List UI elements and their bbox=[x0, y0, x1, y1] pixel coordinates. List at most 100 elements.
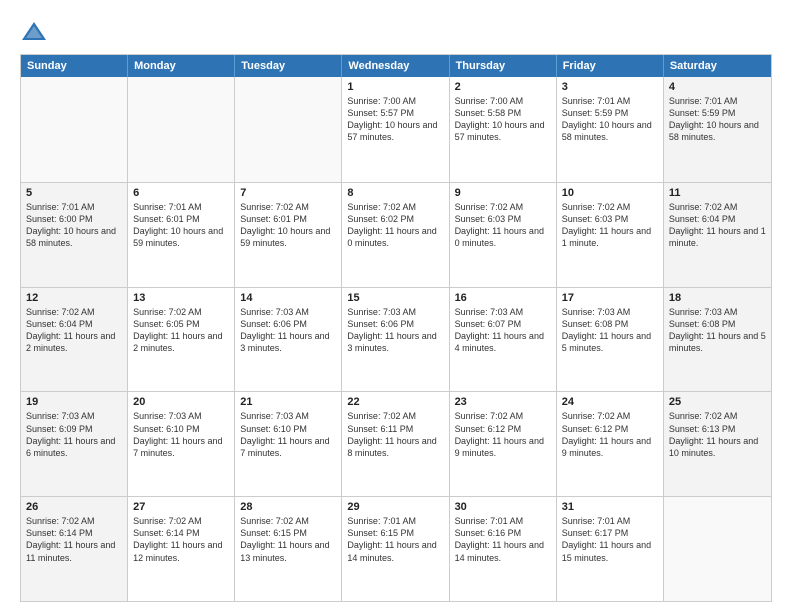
header bbox=[20, 18, 772, 46]
calendar-header-cell: Sunday bbox=[21, 55, 128, 77]
day-number: 14 bbox=[240, 292, 336, 304]
calendar-cell: 14 Sunrise: 7:03 AM Sunset: 6:06 PM Dayli… bbox=[235, 288, 342, 392]
calendar-header-cell: Thursday bbox=[450, 55, 557, 77]
calendar-cell bbox=[664, 497, 771, 601]
day-number: 4 bbox=[669, 81, 766, 93]
calendar-cell: 28Sunrise: 7:02 AM Sunset: 6:15 PM Dayli… bbox=[235, 497, 342, 601]
day-number: 15 bbox=[347, 292, 443, 304]
calendar-cell: 2 Sunrise: 7:00 AM Sunset: 5:58 PM Daylig… bbox=[450, 77, 557, 182]
day-number: 26 bbox=[26, 501, 122, 513]
calendar-cell: 3 Sunrise: 7:01 AM Sunset: 5:59 PM Daylig… bbox=[557, 77, 664, 182]
calendar-header-cell: Friday bbox=[557, 55, 664, 77]
day-info: Sunrise: 7:03 AM Sunset: 6:08 PM Dayligh… bbox=[562, 306, 658, 355]
calendar-cell: 12 Sunrise: 7:02 AM Sunset: 6:04 PM Dayli… bbox=[21, 288, 128, 392]
day-number: 5 bbox=[26, 187, 122, 199]
day-number: 8 bbox=[347, 187, 443, 199]
calendar-cell: 13 Sunrise: 7:02 AM Sunset: 6:05 PM Dayli… bbox=[128, 288, 235, 392]
day-info: Sunrise: 7:02 AM Sunset: 6:12 PM Dayligh… bbox=[562, 410, 658, 459]
day-number: 16 bbox=[455, 292, 551, 304]
day-info: Sunrise: 7:02 AM Sunset: 6:05 PM Dayligh… bbox=[133, 306, 229, 355]
calendar-body: 1Sunrise: 7:00 AM Sunset: 5:57 PM Daylig… bbox=[21, 77, 771, 601]
day-info: Sunrise: 7:02 AM Sunset: 6:13 PM Dayligh… bbox=[669, 410, 766, 459]
calendar-header-cell: Saturday bbox=[664, 55, 771, 77]
calendar-cell: 20Sunrise: 7:03 AM Sunset: 6:10 PM Dayli… bbox=[128, 392, 235, 496]
calendar-header-cell: Wednesday bbox=[342, 55, 449, 77]
day-number: 25 bbox=[669, 396, 766, 408]
calendar-row: 26 Sunrise: 7:02 AM Sunset: 6:14 PM Dayli… bbox=[21, 496, 771, 601]
day-number: 13 bbox=[133, 292, 229, 304]
day-info: Sunrise: 7:01 AM Sunset: 6:01 PM Dayligh… bbox=[133, 201, 229, 250]
calendar-row: 5 Sunrise: 7:01 AM Sunset: 6:00 PM Daylig… bbox=[21, 182, 771, 287]
calendar-row: 19Sunrise: 7:03 AM Sunset: 6:09 PM Dayli… bbox=[21, 391, 771, 496]
calendar-row: 1Sunrise: 7:00 AM Sunset: 5:57 PM Daylig… bbox=[21, 77, 771, 182]
day-info: Sunrise: 7:01 AM Sunset: 5:59 PM Dayligh… bbox=[562, 95, 658, 144]
day-number: 17 bbox=[562, 292, 658, 304]
calendar-cell: 1Sunrise: 7:00 AM Sunset: 5:57 PM Daylig… bbox=[342, 77, 449, 182]
day-info: Sunrise: 7:02 AM Sunset: 6:12 PM Dayligh… bbox=[455, 410, 551, 459]
calendar-cell: 6 Sunrise: 7:01 AM Sunset: 6:01 PM Daylig… bbox=[128, 183, 235, 287]
calendar-cell: 15Sunrise: 7:03 AM Sunset: 6:06 PM Dayli… bbox=[342, 288, 449, 392]
day-info: Sunrise: 7:00 AM Sunset: 5:58 PM Dayligh… bbox=[455, 95, 551, 144]
day-number: 11 bbox=[669, 187, 766, 199]
day-number: 30 bbox=[455, 501, 551, 513]
calendar-cell: 19Sunrise: 7:03 AM Sunset: 6:09 PM Dayli… bbox=[21, 392, 128, 496]
day-info: Sunrise: 7:03 AM Sunset: 6:06 PM Dayligh… bbox=[240, 306, 336, 355]
day-info: Sunrise: 7:02 AM Sunset: 6:14 PM Dayligh… bbox=[26, 515, 122, 564]
day-info: Sunrise: 7:03 AM Sunset: 6:08 PM Dayligh… bbox=[669, 306, 766, 355]
calendar-cell: 17 Sunrise: 7:03 AM Sunset: 6:08 PM Dayli… bbox=[557, 288, 664, 392]
logo bbox=[20, 18, 52, 46]
day-info: Sunrise: 7:02 AM Sunset: 6:14 PM Dayligh… bbox=[133, 515, 229, 564]
day-info: Sunrise: 7:03 AM Sunset: 6:07 PM Dayligh… bbox=[455, 306, 551, 355]
calendar-cell: 16 Sunrise: 7:03 AM Sunset: 6:07 PM Dayli… bbox=[450, 288, 557, 392]
day-info: Sunrise: 7:03 AM Sunset: 6:10 PM Dayligh… bbox=[133, 410, 229, 459]
day-number: 10 bbox=[562, 187, 658, 199]
day-number: 24 bbox=[562, 396, 658, 408]
day-info: Sunrise: 7:02 AM Sunset: 6:03 PM Dayligh… bbox=[562, 201, 658, 250]
calendar-header-cell: Tuesday bbox=[235, 55, 342, 77]
day-number: 21 bbox=[240, 396, 336, 408]
logo-icon bbox=[20, 18, 48, 46]
calendar-header-cell: Monday bbox=[128, 55, 235, 77]
day-number: 23 bbox=[455, 396, 551, 408]
calendar-cell: 31 Sunrise: 7:01 AM Sunset: 6:17 PM Dayli… bbox=[557, 497, 664, 601]
day-info: Sunrise: 7:01 AM Sunset: 6:17 PM Dayligh… bbox=[562, 515, 658, 564]
calendar-row: 12 Sunrise: 7:02 AM Sunset: 6:04 PM Dayli… bbox=[21, 287, 771, 392]
day-info: Sunrise: 7:01 AM Sunset: 6:00 PM Dayligh… bbox=[26, 201, 122, 250]
day-info: Sunrise: 7:01 AM Sunset: 5:59 PM Dayligh… bbox=[669, 95, 766, 144]
day-info: Sunrise: 7:03 AM Sunset: 6:09 PM Dayligh… bbox=[26, 410, 122, 459]
calendar-cell: 21 Sunrise: 7:03 AM Sunset: 6:10 PM Dayli… bbox=[235, 392, 342, 496]
calendar: SundayMondayTuesdayWednesdayThursdayFrid… bbox=[20, 54, 772, 602]
day-info: Sunrise: 7:02 AM Sunset: 6:11 PM Dayligh… bbox=[347, 410, 443, 459]
day-info: Sunrise: 7:02 AM Sunset: 6:01 PM Dayligh… bbox=[240, 201, 336, 250]
calendar-cell: 18Sunrise: 7:03 AM Sunset: 6:08 PM Dayli… bbox=[664, 288, 771, 392]
day-info: Sunrise: 7:02 AM Sunset: 6:04 PM Dayligh… bbox=[26, 306, 122, 355]
day-number: 12 bbox=[26, 292, 122, 304]
calendar-cell: 4 Sunrise: 7:01 AM Sunset: 5:59 PM Daylig… bbox=[664, 77, 771, 182]
day-number: 1 bbox=[347, 81, 443, 93]
calendar-cell bbox=[235, 77, 342, 182]
calendar-cell: 23 Sunrise: 7:02 AM Sunset: 6:12 PM Dayli… bbox=[450, 392, 557, 496]
day-number: 31 bbox=[562, 501, 658, 513]
page: SundayMondayTuesdayWednesdayThursdayFrid… bbox=[0, 0, 792, 612]
calendar-cell: 24 Sunrise: 7:02 AM Sunset: 6:12 PM Dayli… bbox=[557, 392, 664, 496]
calendar-cell: 30 Sunrise: 7:01 AM Sunset: 6:16 PM Dayli… bbox=[450, 497, 557, 601]
day-number: 2 bbox=[455, 81, 551, 93]
day-number: 7 bbox=[240, 187, 336, 199]
calendar-cell: 26 Sunrise: 7:02 AM Sunset: 6:14 PM Dayli… bbox=[21, 497, 128, 601]
day-number: 6 bbox=[133, 187, 229, 199]
calendar-cell: 27 Sunrise: 7:02 AM Sunset: 6:14 PM Dayli… bbox=[128, 497, 235, 601]
day-number: 3 bbox=[562, 81, 658, 93]
day-info: Sunrise: 7:02 AM Sunset: 6:15 PM Dayligh… bbox=[240, 515, 336, 564]
calendar-cell: 8Sunrise: 7:02 AM Sunset: 6:02 PM Daylig… bbox=[342, 183, 449, 287]
day-info: Sunrise: 7:02 AM Sunset: 6:03 PM Dayligh… bbox=[455, 201, 551, 250]
day-number: 27 bbox=[133, 501, 229, 513]
calendar-cell: 7 Sunrise: 7:02 AM Sunset: 6:01 PM Daylig… bbox=[235, 183, 342, 287]
day-number: 29 bbox=[347, 501, 443, 513]
calendar-cell: 25 Sunrise: 7:02 AM Sunset: 6:13 PM Dayli… bbox=[664, 392, 771, 496]
day-info: Sunrise: 7:03 AM Sunset: 6:10 PM Dayligh… bbox=[240, 410, 336, 459]
day-info: Sunrise: 7:01 AM Sunset: 6:16 PM Dayligh… bbox=[455, 515, 551, 564]
calendar-cell: 29Sunrise: 7:01 AM Sunset: 6:15 PM Dayli… bbox=[342, 497, 449, 601]
calendar-cell: 11 Sunrise: 7:02 AM Sunset: 6:04 PM Dayli… bbox=[664, 183, 771, 287]
calendar-cell bbox=[21, 77, 128, 182]
day-info: Sunrise: 7:02 AM Sunset: 6:04 PM Dayligh… bbox=[669, 201, 766, 250]
